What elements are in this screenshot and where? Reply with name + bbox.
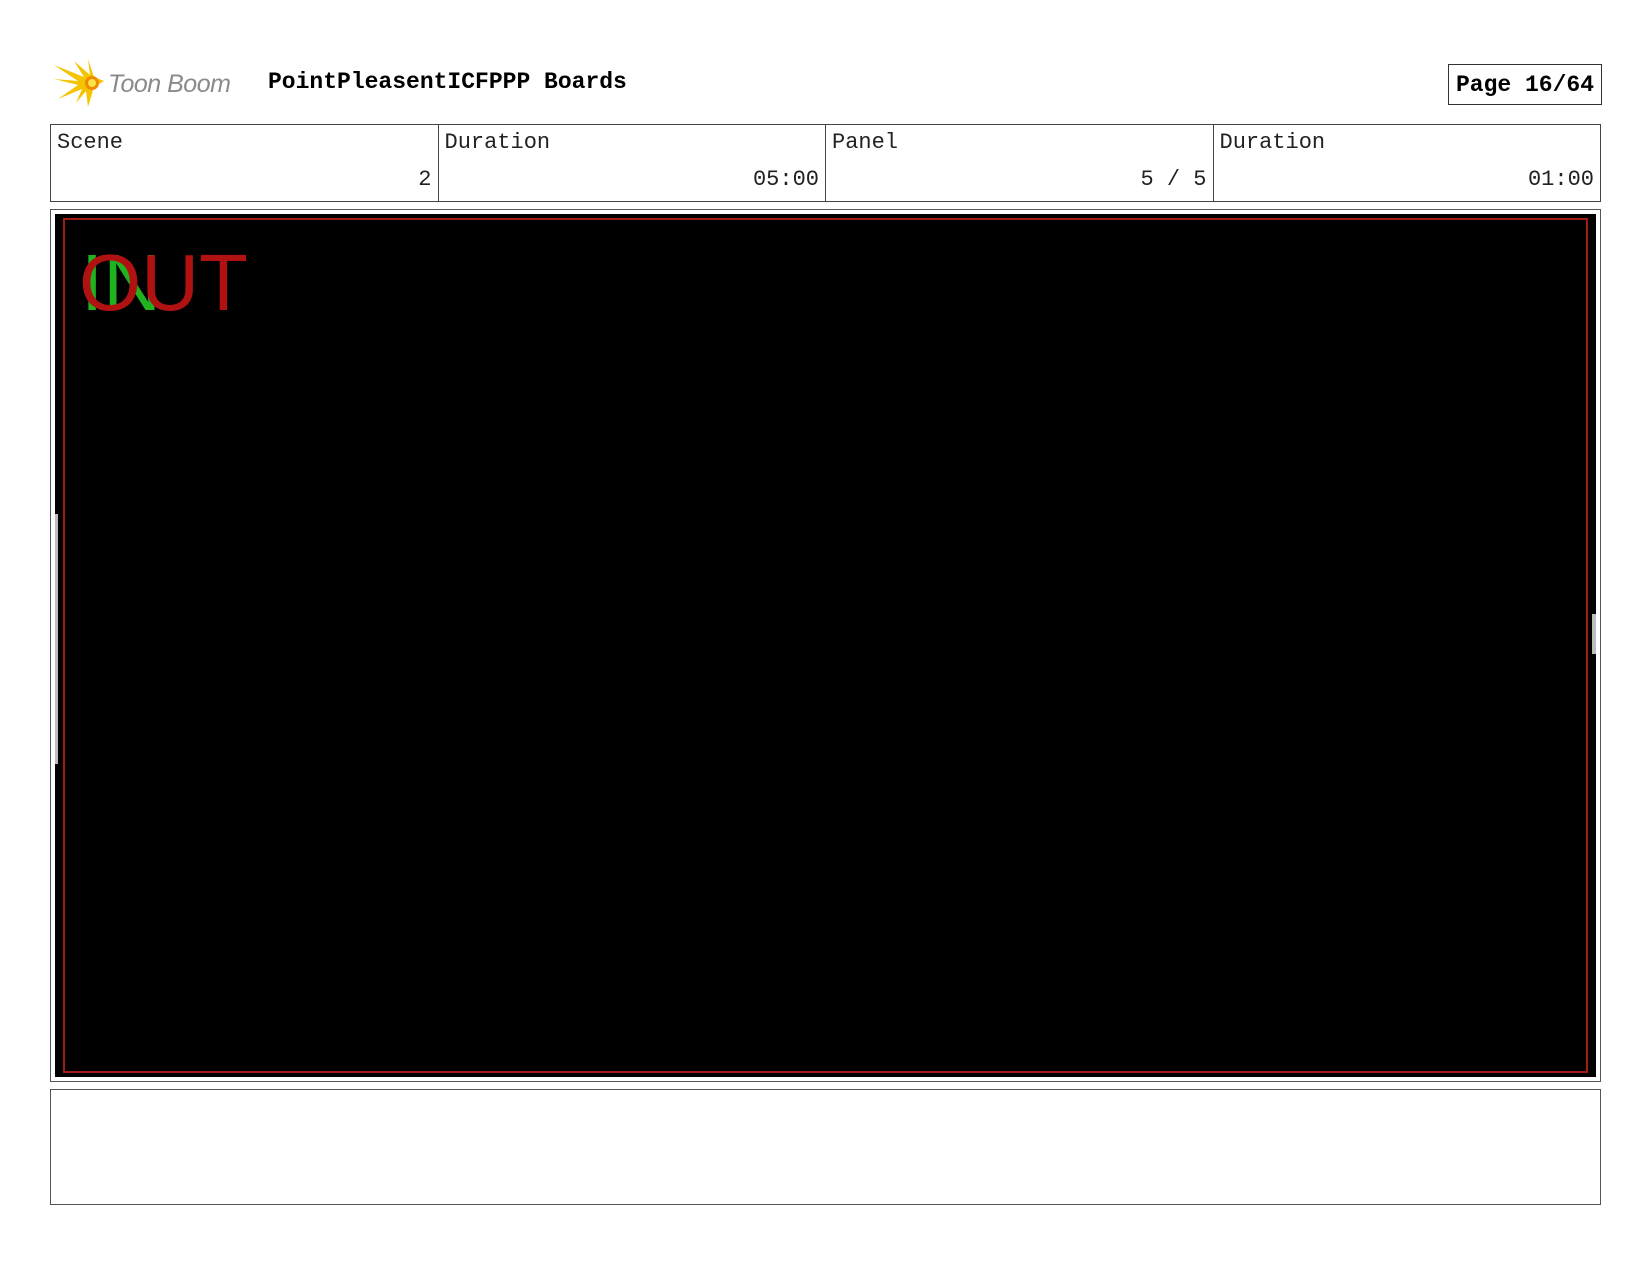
panel-duration-label: Duration xyxy=(1219,130,1326,155)
panel-frame: IN OUT xyxy=(50,209,1601,1082)
panel-info-table: Scene 2 Duration 05:00 Panel 5 / 5 Durat… xyxy=(50,124,1601,202)
panel-value: 5 / 5 xyxy=(1140,167,1207,192)
starburst-icon xyxy=(54,59,104,107)
panel-image: IN OUT xyxy=(55,214,1596,1077)
left-edge-mark xyxy=(55,514,58,764)
in-out-marker: IN OUT xyxy=(79,238,341,328)
right-edge-mark xyxy=(1592,614,1596,654)
panel-label: Panel xyxy=(832,130,899,155)
toon-boom-logo: Toon Boom xyxy=(54,59,254,109)
page-header: Toon Boom PointPleasentICFPPP Boards Pag… xyxy=(50,55,1602,111)
safe-frame xyxy=(63,218,1588,1073)
scene-duration-label: Duration xyxy=(444,130,551,155)
panel-duration-value: 01:00 xyxy=(1527,167,1594,192)
panel-cell: Panel 5 / 5 xyxy=(826,125,1214,201)
scene-duration-cell: Duration 05:00 xyxy=(439,125,826,201)
panel-duration-cell: Duration 01:00 xyxy=(1214,125,1601,201)
project-title: PointPleasentICFPPP Boards xyxy=(268,69,627,95)
notes-box[interactable] xyxy=(50,1089,1601,1205)
scene-label: Scene xyxy=(57,130,124,155)
scene-value: 2 xyxy=(418,167,432,192)
out-marker: OUT xyxy=(79,238,248,327)
scene-duration-value: 05:00 xyxy=(752,167,819,192)
logo-text: Toon Boom xyxy=(108,69,231,98)
scene-cell: Scene 2 xyxy=(51,125,439,201)
page-number: Page 16/64 xyxy=(1447,64,1602,105)
